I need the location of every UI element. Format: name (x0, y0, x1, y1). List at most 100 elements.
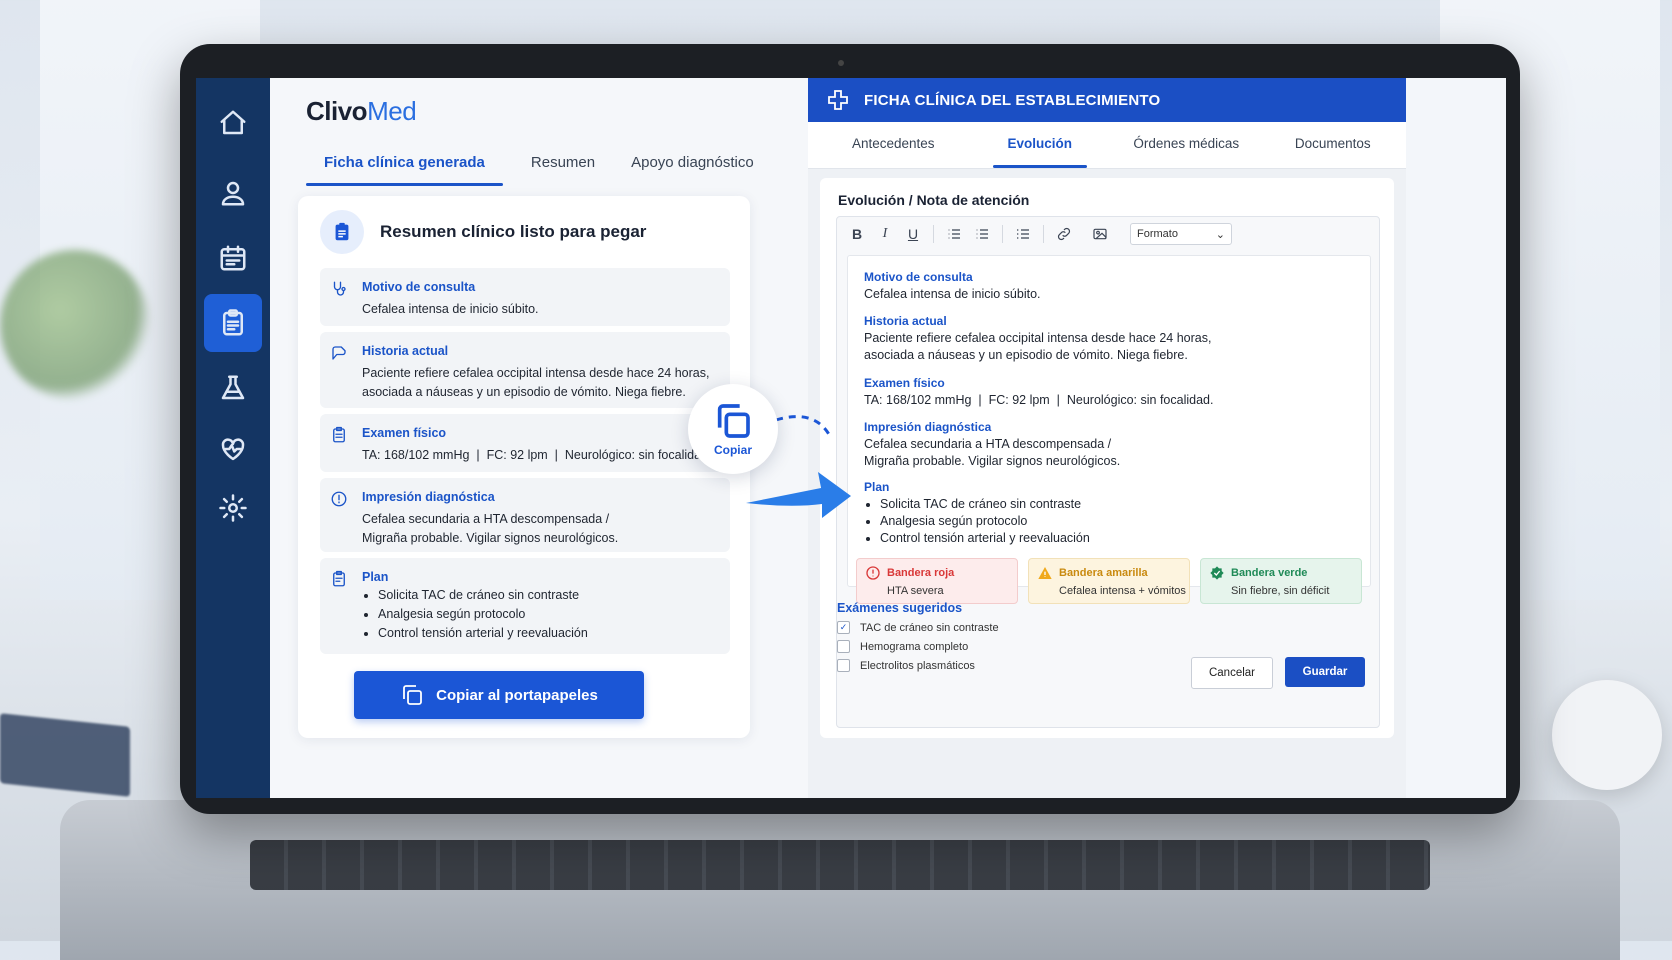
cancel-button[interactable]: Cancelar (1191, 657, 1273, 689)
toolbar-divider (1043, 225, 1044, 243)
note-document[interactable]: Motivo de consulta Cefalea intensa de in… (847, 255, 1371, 604)
toolbar-divider (933, 225, 934, 243)
section-text: TA: 168/102 mmHg | FC: 92 lpm | Neurológ… (362, 448, 712, 462)
italic-button[interactable]: I (871, 221, 899, 247)
exam-checkbox-item[interactable]: ✓ TAC de cráneo sin contraste (837, 621, 999, 634)
flag-row: Bandera roja HTA severa Bandera amarilla… (856, 558, 1362, 604)
toolbar-divider (1002, 225, 1003, 243)
checkbox[interactable] (837, 659, 850, 672)
red-flag-card: Bandera roja HTA severa (856, 558, 1018, 604)
suggested-exams-title: Exámenes sugeridos (837, 601, 963, 615)
doc-physical-exam: Examen físico TA: 168/102 mmHg | FC: 92 … (864, 376, 1213, 409)
gear-icon (219, 494, 247, 522)
checkbox-checked[interactable]: ✓ (837, 621, 850, 634)
webcam (838, 60, 844, 66)
tab-diagnostic-support[interactable]: Apoyo diagnóstico (613, 146, 772, 182)
format-select[interactable]: Formato ⌄ (1130, 223, 1232, 245)
section-text: Paciente refiere cefalea occipital inten… (362, 366, 710, 399)
nav-clinical-record[interactable] (204, 294, 262, 352)
bullet-list-icon (948, 229, 960, 239)
evolution-note-title: Evolución / Nota de atención (838, 192, 1030, 208)
green-flag-card: Bandera verde Sin fiebre, sin déficit (1200, 558, 1362, 604)
background-plant (0, 250, 150, 400)
link-button[interactable] (1050, 221, 1078, 247)
plan-item: Control tensión arterial y reevaluación (378, 624, 722, 643)
copy-icon (403, 685, 423, 705)
checklist-button[interactable] (1009, 221, 1037, 247)
tab-generated-record[interactable]: Ficha clínica generada (306, 146, 503, 186)
doc-section-title: Historia actual (864, 314, 947, 328)
flag-text: HTA severa (887, 585, 944, 597)
exam-checkbox-item[interactable]: Electrolitos plasmáticos (837, 659, 999, 672)
medical-cross-icon (828, 90, 848, 110)
tab-evolution[interactable]: Evolución (967, 122, 1114, 168)
floating-copy-button[interactable]: Copiar (688, 384, 778, 474)
section-title: Impresión diagnóstica (362, 490, 495, 504)
tab-history[interactable]: Antecedentes (820, 122, 967, 168)
doc-section-text: TA: 168/102 mmHg | FC: 92 lpm | Neurológ… (864, 393, 1214, 407)
tab-summary[interactable]: Resumen (513, 146, 613, 182)
copy-to-clipboard-button[interactable]: Copiar al portapapeles (354, 671, 644, 719)
flag-text: Sin fiebre, sin déficit (1231, 585, 1330, 597)
section-current-history: Historia actual Paciente refiere cefalea… (320, 332, 730, 408)
image-button[interactable] (1086, 221, 1114, 247)
suggested-exams: Exámenes sugeridos ✓ TAC de cráneo sin co… (837, 601, 999, 672)
plan-list: Solicita TAC de cráneo sin contraste Ana… (362, 586, 722, 643)
doc-current-history: Historia actual Paciente refiere cefalea… (864, 314, 1211, 364)
clipboard-list-icon (330, 426, 350, 446)
doc-section-text: Cefalea intensa de inicio súbito. (864, 287, 1041, 301)
section-text: Cefalea intensa de inicio súbito. (362, 302, 539, 316)
nav-vitals[interactable] (204, 420, 262, 478)
doc-section-title: Motivo de consulta (864, 270, 973, 284)
left-tabs: Ficha clínica generada Resumen Apoyo dia… (306, 146, 772, 186)
heart-pulse-icon (221, 438, 245, 461)
section-text: Cefalea secundaria a HTA descompensada /… (362, 512, 619, 545)
section-title: Historia actual (362, 344, 449, 358)
checkbox[interactable] (837, 640, 850, 653)
stethoscope-icon (330, 280, 350, 300)
right-header-title: FICHA CLÍNICA DEL ESTABLECIMIENTO (864, 91, 1161, 109)
nav-lab[interactable] (204, 359, 262, 417)
calendar-icon (220, 245, 246, 271)
bullet-list-button[interactable] (940, 221, 968, 247)
doc-plan: Plan Solicita TAC de cráneo sin contrast… (864, 480, 1090, 547)
section-title: Motivo de consulta (362, 280, 476, 294)
warning-circle-icon (865, 565, 881, 581)
doc-plan-item: Analgesia según protocolo (880, 513, 1090, 530)
section-chief-complaint: Motivo de consulta Cefalea intensa de in… (320, 268, 730, 326)
clipboard-icon (335, 222, 349, 241)
copy-button-label: Copiar al portapapeles (436, 686, 598, 704)
doc-plan-item: Control tensión arterial y reevaluación (880, 530, 1090, 547)
evolution-note-card: Evolución / Nota de atención B I U Forma… (820, 178, 1394, 738)
card-title: Resumen clínico listo para pegar (380, 222, 647, 241)
background-books (0, 713, 130, 797)
section-physical-exam: Examen físico TA: 168/102 mmHg | FC: 92 … (320, 414, 734, 472)
doc-section-title: Impresión diagnóstica (864, 420, 992, 434)
plan-item: Solicita TAC de cráneo sin contraste (378, 586, 722, 605)
exam-label: TAC de cráneo sin contraste (860, 621, 999, 634)
bold-button[interactable]: B (843, 221, 871, 247)
nav-home[interactable] (204, 94, 262, 152)
exam-checkbox-item[interactable]: Hemograma completo (837, 640, 999, 653)
nav-settings[interactable] (204, 479, 262, 537)
section-title: Plan (362, 570, 389, 584)
warning-triangle-icon (1037, 565, 1053, 581)
tab-documents[interactable]: Documentos (1260, 122, 1407, 168)
save-button[interactable]: Guardar (1285, 657, 1365, 687)
right-header: FICHA CLÍNICA DEL ESTABLECIMIENTO (808, 78, 1406, 122)
underline-button[interactable]: U (899, 221, 927, 247)
image-icon (1093, 228, 1107, 240)
clipboard-icon (223, 309, 243, 336)
laptop-keyboard (250, 840, 1430, 890)
nav-calendar[interactable] (204, 229, 262, 287)
editor-toolbar: B I U Formato ⌄ (837, 217, 1379, 251)
yellow-flag-card: Bandera amarilla Cefalea intensa + vómit… (1028, 558, 1190, 604)
section-title: Examen físico (362, 426, 447, 440)
numbered-list-button[interactable] (968, 221, 996, 247)
doc-diagnostic-impression: Impresión diagnóstica Cefalea secundaria… (864, 420, 1120, 470)
establishment-record-pane: FICHA CLÍNICA DEL ESTABLECIMIENTO Antece… (808, 78, 1406, 798)
nav-patients[interactable] (204, 164, 262, 222)
exam-label: Electrolitos plasmáticos (860, 659, 975, 672)
plan-item: Analgesia según protocolo (378, 605, 722, 624)
tab-medical-orders[interactable]: Órdenes médicas (1113, 122, 1260, 168)
